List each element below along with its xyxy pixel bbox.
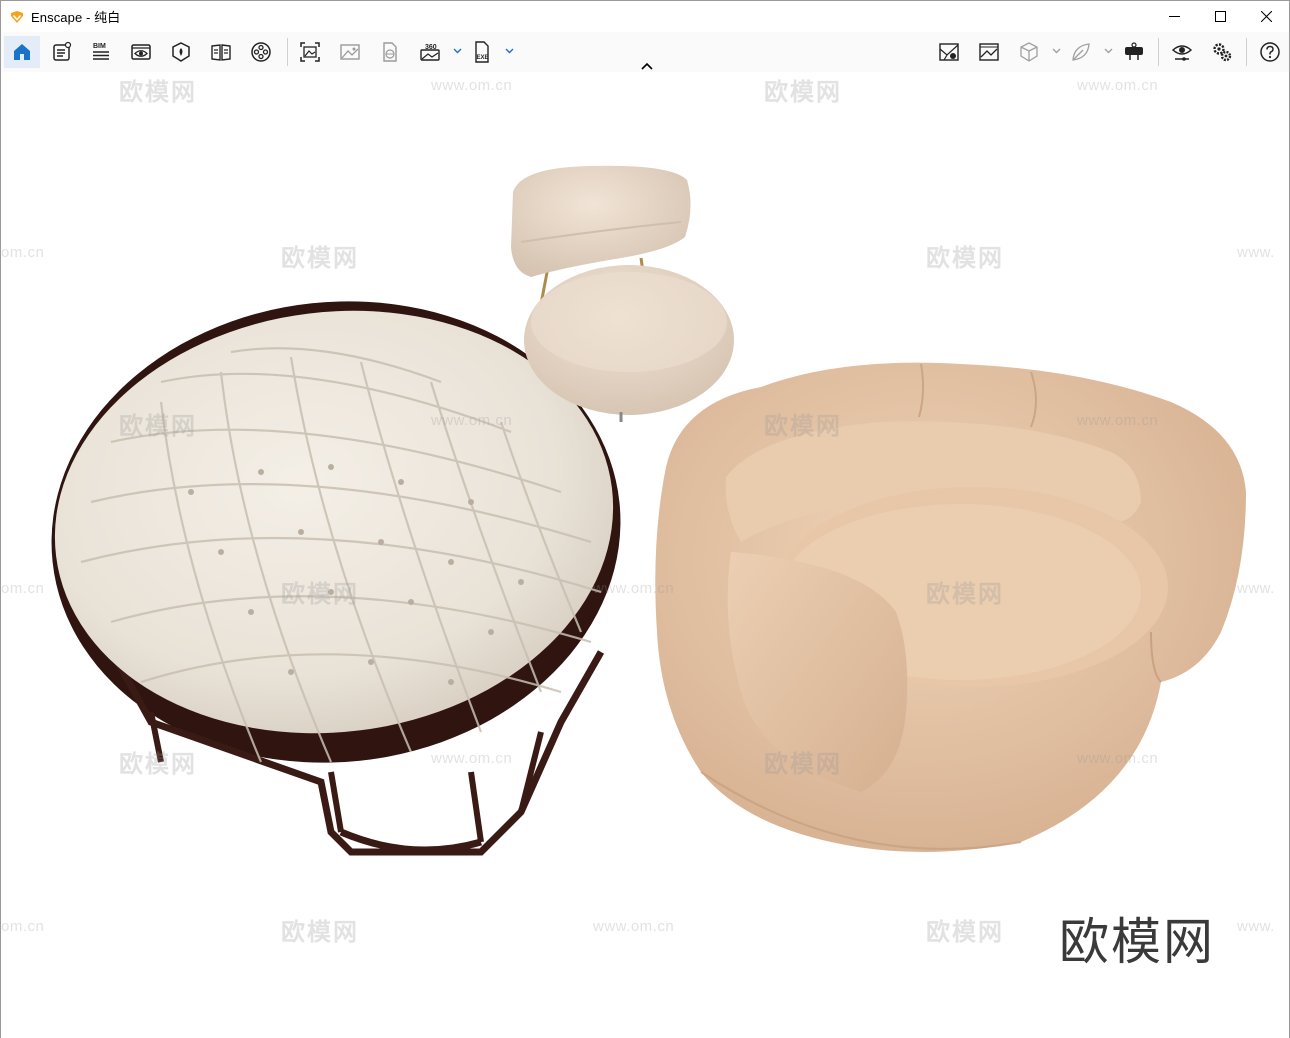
- bim-button[interactable]: BIM: [83, 36, 119, 68]
- settings-button[interactable]: [1204, 36, 1240, 68]
- home-icon: [14, 44, 30, 60]
- close-icon: [1260, 11, 1272, 22]
- toolbar-separator: [1246, 38, 1247, 66]
- exe-export-button[interactable]: EXE: [464, 36, 500, 68]
- watermark-url: www.om.cn: [1077, 750, 1159, 767]
- toolbar-separator: [287, 38, 288, 66]
- watermark-brand: 欧模网: [281, 919, 359, 946]
- enscape-window: Enscape - 纯白 BIM 360 EXE 欧模网 www.om.cn 欧…: [0, 0, 1290, 1038]
- title-bar[interactable]: Enscape - 纯白: [1, 1, 1289, 32]
- chevron-down-icon: [505, 48, 513, 54]
- visual-settings-button[interactable]: [1164, 36, 1200, 68]
- exe-dropdown[interactable]: [503, 44, 515, 58]
- watermark-url: www.om.cn: [431, 77, 513, 94]
- settings-gears-icon: [1213, 43, 1232, 62]
- site-context-button[interactable]: [931, 36, 967, 68]
- watermark-url-fragment: om.cn: [1, 918, 45, 935]
- render-viewport[interactable]: 欧模网 www.om.cn 欧模网 www.om.cn om.cn 欧模网 欧模…: [1, 72, 1289, 1038]
- help-icon: [1260, 42, 1280, 62]
- project-info-button[interactable]: [44, 36, 80, 68]
- maximize-icon: [1214, 11, 1226, 22]
- watermark-brand: 欧模网: [119, 79, 197, 106]
- watermark-brand: 欧模网: [281, 245, 359, 272]
- window-title: Enscape - 纯白: [31, 10, 121, 25]
- minimize-button[interactable]: [1151, 1, 1197, 32]
- visual-settings-icon: [1171, 45, 1193, 61]
- watermark-brand: 欧模网: [926, 919, 1004, 946]
- watermark-brand: 欧模网: [119, 413, 197, 440]
- views-icon: [131, 44, 151, 60]
- vegetation-dropdown[interactable]: [1102, 44, 1114, 58]
- watermark-url: www.om.cn: [593, 918, 675, 935]
- window-controls: [1151, 1, 1289, 32]
- screenshot-icon: [300, 42, 320, 62]
- render-image-button[interactable]: [332, 36, 368, 68]
- watermark-url-fragment: www.: [1237, 918, 1275, 935]
- panorama-360-icon: 360: [420, 44, 440, 61]
- close-button[interactable]: [1243, 1, 1289, 32]
- chevron-down-icon: [1052, 48, 1060, 54]
- asset-library-icon: [172, 42, 190, 62]
- render-image-icon: [340, 44, 360, 60]
- watermark-url-fragment: www.: [1237, 580, 1275, 597]
- watermark-brand: 欧模网: [764, 751, 842, 778]
- watermark-brand: 欧模网: [764, 413, 842, 440]
- watermark-url-fragment: om.cn: [1, 580, 45, 597]
- chevron-down-icon: [453, 48, 461, 54]
- watermark-brand: 欧模网: [281, 581, 359, 608]
- web-standalone-button[interactable]: [372, 36, 408, 68]
- main-toolbar: BIM 360 EXE: [1, 32, 1289, 72]
- atmosphere-icon: [979, 43, 999, 61]
- cube-view-dropdown[interactable]: [1050, 44, 1062, 58]
- bim-icon: BIM: [93, 43, 109, 60]
- vr-headset-icon: [1125, 42, 1143, 60]
- cube-icon: [1020, 42, 1038, 62]
- toolbar-separator: [1158, 38, 1159, 66]
- watermark-url: www.om.cn: [431, 750, 513, 767]
- cube-view-button[interactable]: [1011, 36, 1047, 68]
- chevron-down-icon: [1104, 48, 1112, 54]
- panorama-dropdown[interactable]: [451, 44, 463, 58]
- batch-render-button[interactable]: [203, 36, 239, 68]
- watermark-brand: 欧模网: [926, 245, 1004, 272]
- watermark-url: www.om.cn: [1077, 77, 1159, 94]
- screenshot-button[interactable]: [292, 36, 328, 68]
- watermark-url: www.om.cn: [431, 412, 513, 429]
- collapse-toolbar-chevron-icon[interactable]: [640, 62, 654, 71]
- video-editor-button[interactable]: [243, 36, 279, 68]
- watermark-url-fragment: www.: [1237, 244, 1275, 261]
- exe-label: EXE: [477, 55, 489, 61]
- views-button[interactable]: [123, 36, 159, 68]
- bim-label: BIM: [93, 43, 106, 50]
- atmosphere-button[interactable]: [971, 36, 1007, 68]
- minimize-icon: [1168, 16, 1180, 17]
- lounge-chair[interactable]: [511, 165, 734, 422]
- vr-headset-button[interactable]: [1116, 36, 1152, 68]
- watermark-url: www.om.cn: [1077, 412, 1159, 429]
- maximize-button[interactable]: [1197, 1, 1243, 32]
- watermark-logo: 欧模网: [1059, 913, 1215, 971]
- watermark-brand: 欧模网: [926, 581, 1004, 608]
- batch-render-icon: [211, 44, 231, 61]
- project-info-icon: [53, 41, 72, 61]
- video-editor-icon: [251, 42, 271, 62]
- watermark-url-fragment: om.cn: [1, 244, 45, 261]
- web-standalone-icon: [383, 42, 397, 62]
- leaf-icon: [1072, 43, 1090, 61]
- site-context-icon: [939, 43, 959, 61]
- watermark-brand: 欧模网: [764, 79, 842, 106]
- enscape-logo-icon: [11, 10, 23, 23]
- exe-export-icon: EXE: [475, 41, 489, 63]
- watermark-url: www.om.cn: [593, 580, 675, 597]
- help-button[interactable]: [1252, 36, 1288, 68]
- asset-library-button[interactable]: [163, 36, 199, 68]
- furniture-scene: [51, 165, 1246, 856]
- watermark-brand: 欧模网: [119, 751, 197, 778]
- panorama-360-button[interactable]: 360: [412, 36, 448, 68]
- home-button[interactable]: [4, 36, 40, 68]
- vegetation-button[interactable]: [1063, 36, 1099, 68]
